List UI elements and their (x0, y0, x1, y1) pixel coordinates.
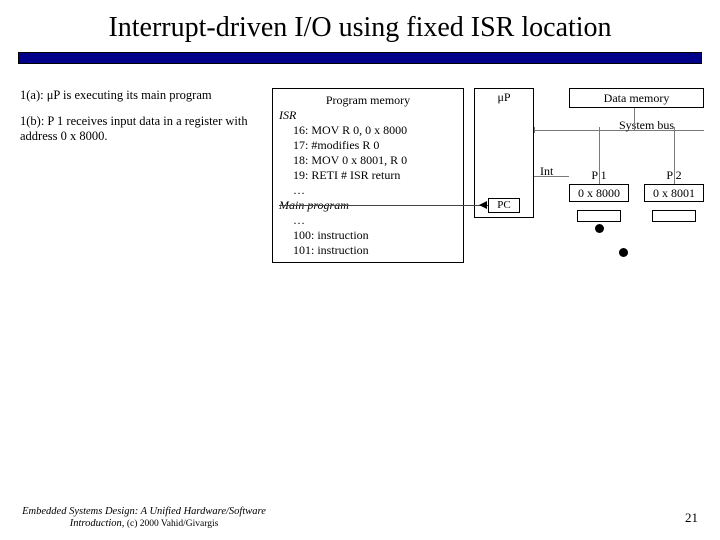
bus-tick (534, 127, 535, 133)
step-1b: 1(b): P 1 receives input data in a regis… (20, 114, 250, 145)
footer-citation: Embedded Systems Design: A Unified Hardw… (14, 506, 274, 530)
pc-box: PC (488, 198, 520, 213)
description-column: 1(a): μP is executing its main program 1… (20, 88, 260, 263)
step-1a: 1(a): μP is executing its main program (20, 88, 250, 104)
p2-register-box (652, 210, 696, 222)
dot-icon (619, 248, 628, 257)
page-title: Interrupt-driven I/O using fixed ISR loc… (0, 0, 720, 52)
isr-line-17: 17: #modifies R 0 (279, 138, 457, 153)
pc-pointer-line (279, 205, 488, 206)
main-line-100: 100: instruction (279, 228, 457, 243)
p1-label: P 1 (569, 168, 629, 183)
data-memory-box: Data memory (569, 88, 704, 108)
footer-copyright: (c) 2000 Vahid/Givargis (124, 519, 218, 529)
page-number: 21 (685, 510, 698, 526)
p1-register-box (577, 210, 621, 222)
isr-line-16: 16: MOV R 0, 0 x 8000 (279, 123, 457, 138)
isr-label: ISR (279, 108, 457, 123)
main-line-101: 101: instruction (279, 243, 457, 258)
p2-address-box: 0 x 8001 (644, 184, 704, 202)
program-memory-header: Program memory (279, 93, 457, 108)
isr-line-19: 19: RETI # ISR return (279, 168, 457, 183)
dot-icon (595, 224, 604, 233)
architecture-diagram: μP Data memory System bus Int P 1 P 2 0 … (474, 88, 700, 263)
p2-label: P 2 (644, 168, 704, 183)
isr-dots: … (279, 183, 457, 198)
title-bar (18, 52, 702, 64)
program-memory-box: Program memory ISR 16: MOV R 0, 0 x 8000… (272, 88, 464, 263)
main-dots: … (279, 213, 457, 228)
pc-arrow-icon (479, 201, 487, 209)
int-label: Int (540, 164, 553, 179)
isr-line-18: 18: MOV 0 x 8001, R 0 (279, 153, 457, 168)
microprocessor-label: μP (474, 90, 534, 105)
content: 1(a): μP is executing its main program 1… (0, 64, 720, 263)
bus-tick (634, 108, 635, 130)
system-bus-label: System bus (619, 118, 674, 133)
p1-address-box: 0 x 8000 (569, 184, 629, 202)
